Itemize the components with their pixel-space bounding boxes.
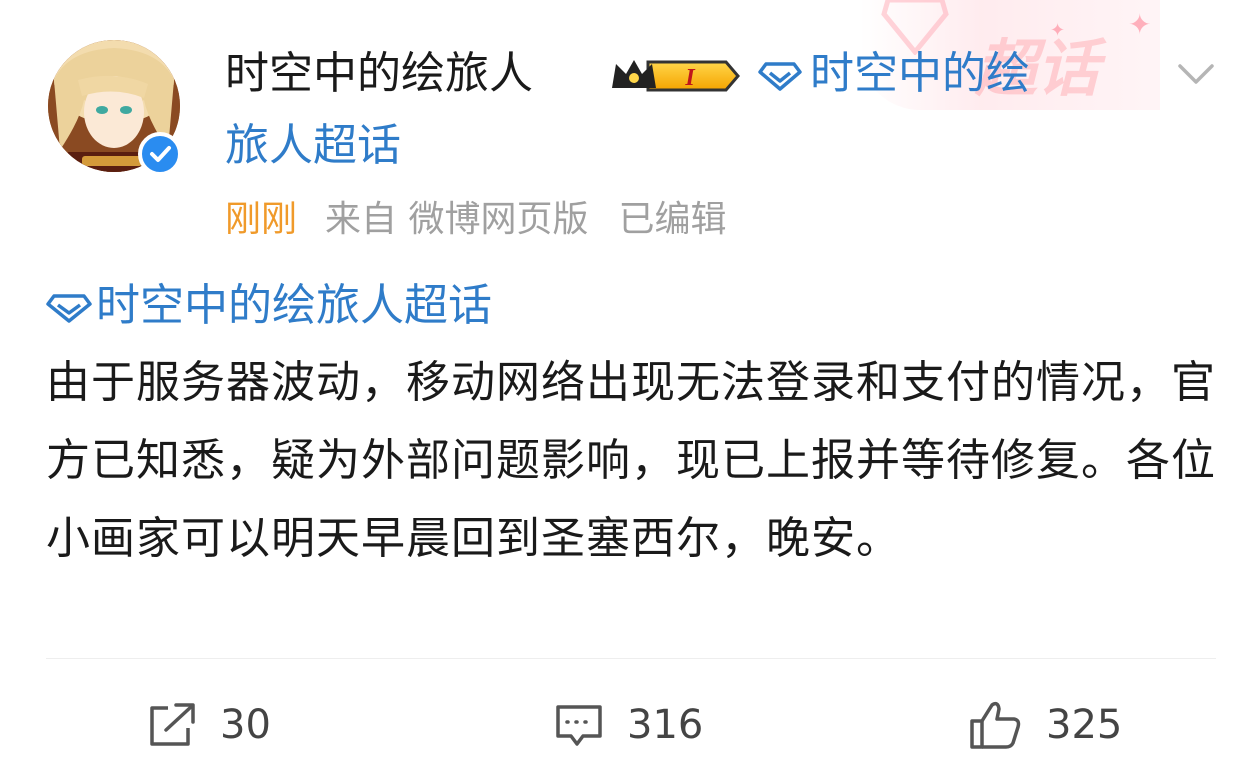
body-super-topic-label: 时空中的绘旅人超话 <box>96 280 492 331</box>
super-topic-link-continued[interactable]: 旅人超话 <box>225 118 401 174</box>
post-time: 刚刚 <box>225 199 298 240</box>
repost-count: 30 <box>220 702 271 748</box>
diamond-gem-icon <box>46 294 92 323</box>
body-super-topic-link[interactable]: 时空中的绘旅人超话 <box>46 278 492 334</box>
chevron-down-icon[interactable] <box>1172 56 1220 92</box>
post-source: 来自 微博网页版 <box>325 199 589 240</box>
like-button[interactable]: 325 <box>968 690 1122 760</box>
super-topic-link[interactable]: 时空中的绘 <box>758 46 1030 102</box>
repost-button[interactable]: 30 <box>146 690 271 760</box>
share-box-arrow-icon <box>150 703 195 746</box>
weibo-post: 超话 ✦ ✦ 时空中的绘旅人 I 时空中的绘 旅人超话 刚刚 来自 微博网页版 … <box>0 0 1260 781</box>
sparkle-icon: ✦ <box>1128 8 1152 41</box>
action-bar: 30 316 325 <box>0 690 1260 760</box>
level-badge-label: I <box>684 65 696 91</box>
divider <box>46 658 1216 659</box>
super-topic-link-label: 时空中的绘 <box>810 48 1030 99</box>
author-name[interactable]: 时空中的绘旅人 <box>225 46 533 102</box>
like-count: 325 <box>1046 702 1123 748</box>
comment-button[interactable]: 316 <box>553 690 703 760</box>
verified-check-icon <box>138 132 182 176</box>
thumbs-up-icon <box>970 701 1021 749</box>
diamond-gem-icon <box>758 62 802 91</box>
crown-level-badge[interactable]: I <box>608 54 740 98</box>
edited-label[interactable]: 已编辑 <box>618 199 726 240</box>
comment-count: 316 <box>627 702 704 748</box>
comment-bubble-icon <box>556 705 602 746</box>
sparkle-icon: ✦ <box>1050 20 1066 41</box>
post-content: 由于服务器波动，移动网络出现无法登录和支付的情况，官方已知悉，疑为外部问题影响，… <box>46 357 1216 564</box>
post-meta: 刚刚 来自 微博网页版 已编辑 <box>225 194 726 246</box>
